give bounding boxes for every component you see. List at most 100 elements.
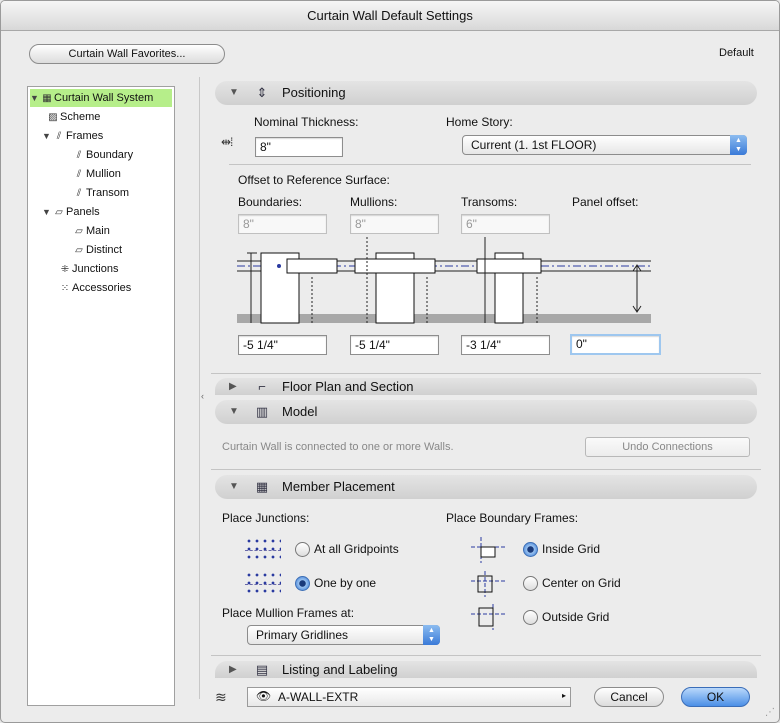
tree-item-label: Scheme bbox=[60, 111, 101, 123]
thickness-icon: ⇹⁞ bbox=[221, 135, 233, 149]
section-member-placement[interactable]: ▼ ▦ Member Placement bbox=[215, 475, 757, 499]
disclosure-open-icon[interactable]: ▼ bbox=[229, 475, 239, 499]
tree-item-label: Panels bbox=[66, 206, 100, 218]
mullions-offset-input[interactable]: -5 1/4" bbox=[350, 335, 439, 355]
layer-value: A-WALL-EXTR bbox=[278, 690, 359, 704]
favorites-button[interactable]: Curtain Wall Favorites... bbox=[29, 44, 225, 64]
resize-grip-icon[interactable]: ⋰ bbox=[765, 707, 775, 718]
panels-icon: ▱ bbox=[55, 207, 63, 218]
transoms-label: Transoms: bbox=[461, 195, 518, 209]
section-title: Positioning bbox=[282, 85, 346, 100]
positioning-icon: ⇕ bbox=[256, 85, 268, 100]
home-story-label: Home Story: bbox=[446, 115, 513, 129]
tree-item-label: Accessories bbox=[72, 282, 132, 294]
section-floor-plan[interactable]: ▶ ⌐ Floor Plan and Section bbox=[215, 378, 757, 395]
disclosure-closed-icon[interactable]: ▶ bbox=[229, 661, 237, 678]
mullions-thickness-field: 8" bbox=[350, 214, 439, 234]
boundaries-label: Boundaries: bbox=[238, 195, 303, 209]
disclosure-open-icon[interactable]: ▼ bbox=[30, 89, 40, 107]
tree-item-junctions[interactable]: ⁜ Junctions bbox=[58, 260, 119, 278]
junction-all-label[interactable]: At all Gridpoints bbox=[314, 542, 399, 556]
disclosure-open-icon[interactable]: ▼ bbox=[229, 81, 239, 105]
disclosure-open-icon[interactable]: ▼ bbox=[229, 400, 239, 424]
chevron-right-icon: ▸ bbox=[561, 691, 566, 700]
panel-offset-input[interactable]: 0" bbox=[570, 334, 661, 355]
disclosure-open-icon[interactable]: ▼ bbox=[42, 127, 52, 145]
mullion-frames-value: Primary Gridlines bbox=[256, 628, 349, 642]
nominal-thickness-input[interactable]: 8" bbox=[255, 137, 343, 157]
disclosure-closed-icon[interactable]: ▶ bbox=[229, 378, 237, 395]
section-title: Listing and Labeling bbox=[282, 662, 398, 677]
divider bbox=[229, 164, 751, 165]
junction-one-label[interactable]: One by one bbox=[314, 576, 376, 590]
mullion-icon: ⫽ bbox=[76, 169, 82, 180]
place-boundary-label: Place Boundary Frames: bbox=[446, 511, 579, 525]
eye-icon[interactable]: 👁 bbox=[256, 689, 271, 703]
boundaries-thickness-field: 8" bbox=[238, 214, 327, 234]
boundary-inside-icon bbox=[471, 537, 507, 563]
disclosure-open-icon[interactable]: ▼ bbox=[42, 203, 52, 221]
accessories-icon: ⁙ bbox=[60, 283, 70, 294]
section-title: Floor Plan and Section bbox=[282, 379, 414, 394]
listing-icon: ▤ bbox=[255, 662, 269, 677]
junction-grid-icon bbox=[245, 537, 281, 563]
home-story-select[interactable]: Current (1. 1st FLOOR) ▲ ▼ bbox=[462, 135, 747, 155]
layer-icon: ≋ bbox=[215, 689, 227, 705]
boundary-center-radio[interactable] bbox=[523, 576, 538, 591]
dialog-window: Curtain Wall Default Settings Curtain Wa… bbox=[0, 0, 780, 723]
place-mullion-label: Place Mullion Frames at: bbox=[222, 606, 355, 620]
select-arrows-icon: ▲ ▼ bbox=[730, 135, 747, 155]
boundary-center-icon bbox=[471, 571, 507, 597]
tree-item-accessories[interactable]: ⁙ Accessories bbox=[58, 279, 132, 297]
boundaries-offset-input[interactable]: -5 1/4" bbox=[238, 335, 327, 355]
layer-select[interactable]: 👁 A-WALL-EXTR ▸ bbox=[247, 687, 571, 707]
tree-item-main[interactable]: ▱ Main bbox=[72, 222, 110, 240]
tree-item-frames[interactable]: ▼ ⫽ Frames bbox=[42, 127, 103, 145]
mullion-frames-select[interactable]: Primary Gridlines ▲ ▼ bbox=[247, 625, 440, 645]
undo-connections-button[interactable]: Undo Connections bbox=[585, 437, 750, 457]
panel-distinct-icon: ▱ bbox=[75, 245, 83, 256]
frames-icon: ⫽ bbox=[56, 131, 62, 142]
splitter-grip-icon[interactable]: ‹ bbox=[201, 391, 204, 401]
junction-one-radio[interactable] bbox=[295, 576, 310, 591]
mullions-label: Mullions: bbox=[350, 195, 398, 209]
offset-label: Offset to Reference Surface: bbox=[238, 173, 390, 187]
boundary-inside-label[interactable]: Inside Grid bbox=[542, 542, 600, 556]
transoms-offset-input[interactable]: -3 1/4" bbox=[461, 335, 550, 355]
tree-item-label: Frames bbox=[66, 130, 104, 142]
tree-item-panels[interactable]: ▼ ▱ Panels bbox=[42, 203, 100, 221]
section-positioning[interactable]: ▼ ⇕ Positioning bbox=[215, 81, 757, 105]
window-title: Curtain Wall Default Settings bbox=[1, 1, 779, 31]
home-story-value: Current (1. 1st FLOOR) bbox=[471, 138, 597, 152]
tree-item-transom[interactable]: ⫽ Transom bbox=[72, 184, 129, 202]
tree-item-mullion[interactable]: ⫽ Mullion bbox=[72, 165, 121, 183]
place-junctions-label: Place Junctions: bbox=[222, 511, 310, 525]
boundary-inside-radio[interactable] bbox=[523, 542, 538, 557]
curtain-wall-icon: ▦ bbox=[42, 93, 52, 104]
tree-item-label: Curtain Wall System bbox=[54, 92, 154, 104]
ok-button[interactable]: OK bbox=[681, 687, 750, 707]
section-model[interactable]: ▼ ▥ Model bbox=[215, 400, 757, 424]
panel-splitter[interactable] bbox=[199, 77, 209, 699]
tree-item-curtain-wall-system[interactable]: ▼ ▦ Curtain Wall System bbox=[30, 89, 172, 107]
member-placement-icon: ▦ bbox=[255, 479, 269, 494]
boundary-outside-icon bbox=[471, 604, 507, 630]
panel-offset-label: Panel offset: bbox=[572, 195, 639, 209]
boundary-outside-radio[interactable] bbox=[523, 610, 538, 625]
boundary-outside-label[interactable]: Outside Grid bbox=[542, 610, 609, 624]
boundary-frame-shape bbox=[247, 252, 338, 324]
tree-item-boundary[interactable]: ⫽ Boundary bbox=[72, 146, 133, 164]
section-listing[interactable]: ▶ ▤ Listing and Labeling bbox=[215, 661, 757, 678]
transoms-thickness-field: 6" bbox=[461, 214, 550, 234]
select-arrows-icon: ▲ ▼ bbox=[423, 625, 440, 645]
model-icon: ▥ bbox=[255, 404, 269, 419]
cancel-button[interactable]: Cancel bbox=[594, 687, 664, 707]
divider bbox=[211, 373, 761, 374]
tree-item-scheme[interactable]: ▨ Scheme bbox=[46, 108, 100, 126]
tree-item-label: Junctions bbox=[72, 263, 119, 275]
tree-item-distinct[interactable]: ▱ Distinct bbox=[72, 241, 122, 259]
boundary-center-label[interactable]: Center on Grid bbox=[542, 576, 621, 590]
tree-item-label: Transom bbox=[86, 187, 129, 199]
panel-offset-shape bbox=[632, 264, 642, 313]
junction-all-radio[interactable] bbox=[295, 542, 310, 557]
